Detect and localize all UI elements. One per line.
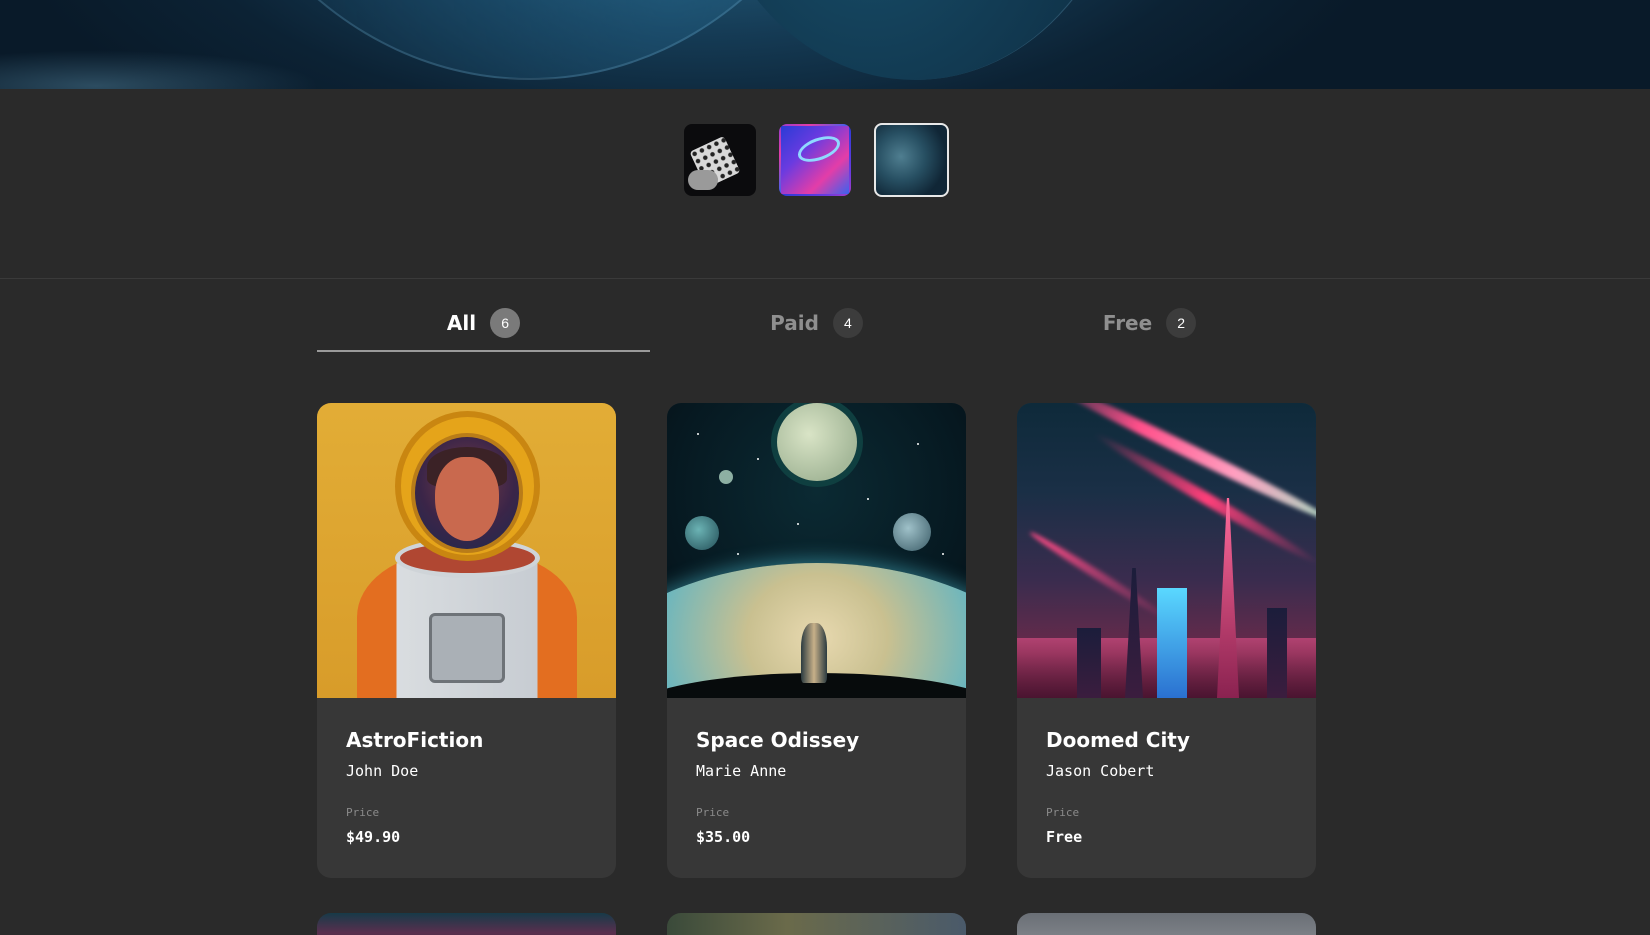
star: [757, 458, 759, 460]
nft-card-partial[interactable]: [317, 913, 616, 935]
card-image-city: [1017, 403, 1316, 698]
tab-all[interactable]: All 6: [317, 296, 650, 352]
star: [737, 553, 739, 555]
thumbnail-planet[interactable]: [874, 123, 949, 197]
astronaut-face: [435, 457, 499, 541]
tower: [1267, 608, 1287, 698]
price-value: $35.00: [696, 828, 751, 846]
price-label: Price: [1046, 806, 1080, 819]
card-title: AstroFiction: [346, 728, 484, 752]
star: [917, 443, 919, 445]
tower: [1077, 628, 1101, 698]
tower: [1217, 498, 1239, 698]
count-badge: 4: [832, 308, 863, 338]
section-divider: [0, 278, 1650, 279]
nft-card-grid: AstroFiction John Doe Price $49.90 Space…: [317, 403, 1316, 878]
planet: [685, 516, 719, 550]
tab-label: Free: [1102, 311, 1153, 335]
star: [797, 523, 799, 525]
tab-free[interactable]: Free 2: [983, 296, 1316, 352]
star: [942, 553, 944, 555]
rocket: [801, 623, 827, 683]
banner-planet-right: [700, 0, 1130, 80]
neon-ring-icon: [794, 131, 844, 167]
card-author: Jason Cobert: [1046, 762, 1155, 780]
tab-label: All: [446, 311, 477, 335]
moon: [777, 403, 857, 481]
count-badge: 2: [1166, 308, 1197, 338]
tower: [1125, 568, 1143, 698]
sky-streak: [1027, 528, 1177, 627]
tab-paid[interactable]: Paid 4: [650, 296, 983, 352]
planet: [893, 513, 931, 551]
nft-card[interactable]: Space Odissey Marie Anne Price $35.00: [667, 403, 966, 878]
price-label: Price: [346, 806, 380, 819]
banner-haze: [0, 50, 320, 89]
star: [697, 433, 699, 435]
card-author: John Doe: [346, 762, 419, 780]
thumbnail-neon-ring[interactable]: [779, 124, 851, 196]
card-title: Doomed City: [1046, 728, 1190, 752]
nft-card-partial[interactable]: [667, 913, 966, 935]
price-label: Price: [696, 806, 730, 819]
nft-card[interactable]: Doomed City Jason Cobert Price Free: [1017, 403, 1316, 878]
card-image-space: [667, 403, 966, 698]
hand-icon: [688, 170, 718, 190]
card-title: Space Odissey: [696, 728, 860, 752]
collection-thumbnails: [684, 123, 949, 197]
price-value: $49.90: [346, 828, 401, 846]
card-image-astronaut: [317, 403, 616, 698]
card-author: Marie Anne: [696, 762, 787, 780]
filter-tabs: All 6 Paid 4 Free 2: [317, 296, 1317, 352]
astronaut-chest-panel: [429, 613, 505, 683]
thumbnail-dice-hand[interactable]: [684, 124, 756, 196]
next-row-cards: [317, 913, 1316, 935]
tab-label: Paid: [770, 311, 819, 335]
count-badge: 6: [490, 308, 521, 338]
star: [867, 498, 869, 500]
sky-streak: [1040, 403, 1316, 527]
price-value: Free: [1046, 828, 1083, 846]
hero-banner: [0, 0, 1650, 89]
planet: [719, 470, 733, 484]
tower: [1157, 588, 1187, 698]
nft-card-partial[interactable]: [1017, 913, 1316, 935]
nft-card[interactable]: AstroFiction John Doe Price $49.90: [317, 403, 616, 878]
